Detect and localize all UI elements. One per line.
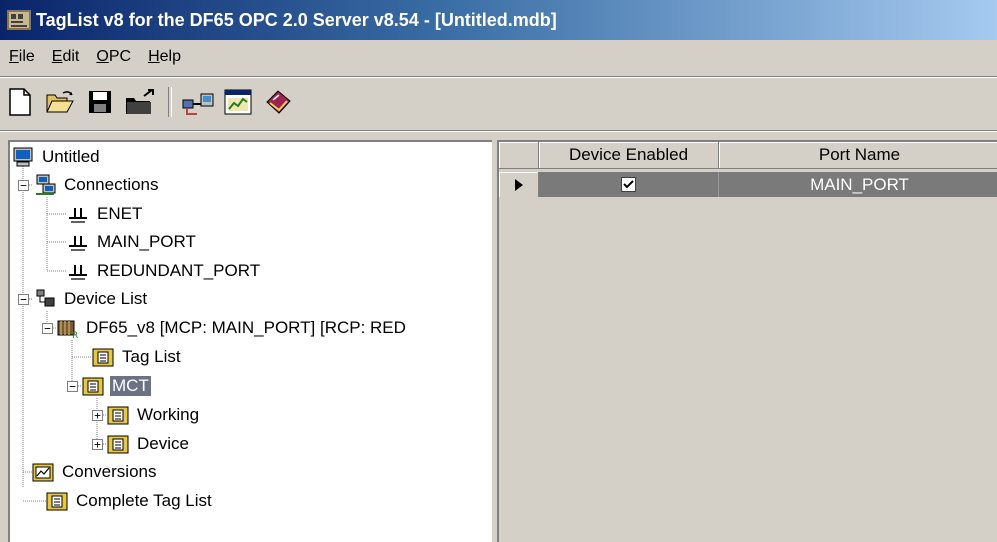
tree-item-enet[interactable]: ENET (67, 201, 144, 227)
device-list-collapse-toggle[interactable]: − (18, 294, 29, 305)
plc-device-icon: R (57, 320, 78, 339)
port-connector-icon (69, 265, 87, 280)
tree-label-redundant-port: REDUNDANT_PORT (97, 261, 261, 280)
menu-help[interactable]: Help (139, 48, 189, 66)
grid-corner-cell (499, 142, 539, 169)
export-folder-icon (126, 89, 154, 114)
port-connector-icon (69, 208, 87, 223)
checkmark-icon (623, 180, 634, 189)
tree-label-enet: ENET (97, 204, 143, 223)
menu-edit[interactable]: Edit (43, 48, 88, 66)
device-enabled-checkbox[interactable] (621, 177, 636, 192)
tag-folder-icon (107, 406, 129, 425)
svg-text:R: R (72, 331, 78, 339)
tag-folder-icon (46, 492, 68, 511)
save-disk-icon (89, 91, 111, 113)
tree-label-conversions: Conversions (62, 462, 157, 481)
tree-item-root[interactable]: Untitled (12, 144, 102, 170)
tree-item-redundant-port[interactable]: REDUNDANT_PORT (67, 258, 262, 284)
tree-label-main-port: MAIN_PORT (97, 232, 196, 251)
tree-label-device-list: Device List (64, 289, 148, 308)
tree-label-tag-list: Tag List (122, 347, 181, 366)
tag-folder-icon (82, 377, 104, 396)
current-row-arrow-icon (514, 178, 523, 191)
help-book-icon (266, 90, 291, 114)
tag-folder-icon (107, 435, 129, 454)
app-icon (7, 10, 31, 30)
scan-button[interactable] (178, 84, 218, 120)
window-title: TagList v8 for the DF65 OPC 2.0 Server v… (36, 9, 557, 30)
tree-item-device-folder[interactable]: Device (107, 431, 191, 457)
scan-devices-icon (182, 93, 214, 115)
open-folder-icon (46, 91, 74, 113)
toolbar (0, 80, 997, 124)
open-button[interactable] (40, 84, 80, 120)
table-row[interactable]: MAIN_PORT (499, 172, 997, 197)
menu-separator (0, 76, 997, 78)
tree-item-main-port[interactable]: MAIN_PORT (67, 229, 198, 255)
tree-label-device-folder: Device (137, 434, 189, 453)
device-enabled-cell[interactable] (539, 172, 719, 197)
tree-item-mct[interactable]: MCT (82, 373, 151, 399)
network-computers-icon (36, 174, 56, 195)
port-connector-icon (69, 236, 87, 251)
tree-item-device-list[interactable]: Device List (34, 286, 149, 312)
tree-view[interactable]: − − − − + + Untitled Connections ENET MA… (8, 140, 492, 542)
mct-collapse-toggle[interactable]: − (67, 381, 78, 392)
tree-item-working[interactable]: Working (107, 402, 201, 428)
toolbar-separator-line (0, 130, 997, 132)
working-expand-toggle[interactable]: + (92, 410, 103, 421)
tree-item-tag-list[interactable]: Tag List (92, 344, 183, 370)
port-name-cell[interactable]: MAIN_PORT (719, 172, 997, 197)
device-list-icon (36, 289, 55, 307)
tree-label-working: Working (137, 405, 200, 424)
title-bar: TagList v8 for the DF65 OPC 2.0 Server v… (0, 0, 997, 40)
chart-window-icon (224, 89, 252, 115)
tree-label-root: Untitled (42, 147, 100, 166)
new-button[interactable] (0, 84, 40, 120)
tree-label-complete-tag-list: Complete Tag List (76, 491, 212, 510)
grid-header: Device Enabled Port Name (499, 142, 997, 170)
device-folder-expand-toggle[interactable]: + (92, 439, 103, 450)
computer-icon (13, 147, 33, 167)
column-header-port-name[interactable]: Port Name (719, 142, 997, 169)
save-button[interactable] (80, 84, 120, 120)
column-header-device-enabled[interactable]: Device Enabled (539, 142, 719, 169)
new-document-icon (9, 88, 31, 116)
chart-button[interactable] (218, 84, 258, 120)
tree-item-connections[interactable]: Connections (34, 172, 161, 198)
tree-item-device[interactable]: R DF65_v8 [MCP: MAIN_PORT] [RCP: RED (56, 315, 408, 341)
tree-item-complete-tag-list[interactable]: Complete Tag List (46, 488, 214, 514)
tag-folder-icon (92, 348, 114, 367)
menu-opc[interactable]: OPC (87, 48, 139, 66)
row-indicator[interactable] (499, 172, 539, 197)
conversion-chart-icon (32, 463, 54, 482)
tree-label-connections: Connections (64, 175, 159, 194)
help-button[interactable] (258, 84, 298, 120)
device-grid: Device Enabled Port Name MAIN_PORT (497, 140, 997, 542)
menu-file[interactable]: File (0, 48, 43, 66)
menu-bar: File Edit OPC Help (0, 40, 997, 74)
device-collapse-toggle[interactable]: − (42, 323, 53, 334)
tree-item-conversions[interactable]: Conversions (32, 459, 159, 485)
export-button[interactable] (120, 84, 160, 120)
connections-collapse-toggle[interactable]: − (18, 180, 29, 191)
toolbar-separator (168, 87, 172, 117)
tree-label-mct: MCT (110, 376, 151, 396)
tree-label-device: DF65_v8 [MCP: MAIN_PORT] [RCP: RED (86, 318, 406, 337)
